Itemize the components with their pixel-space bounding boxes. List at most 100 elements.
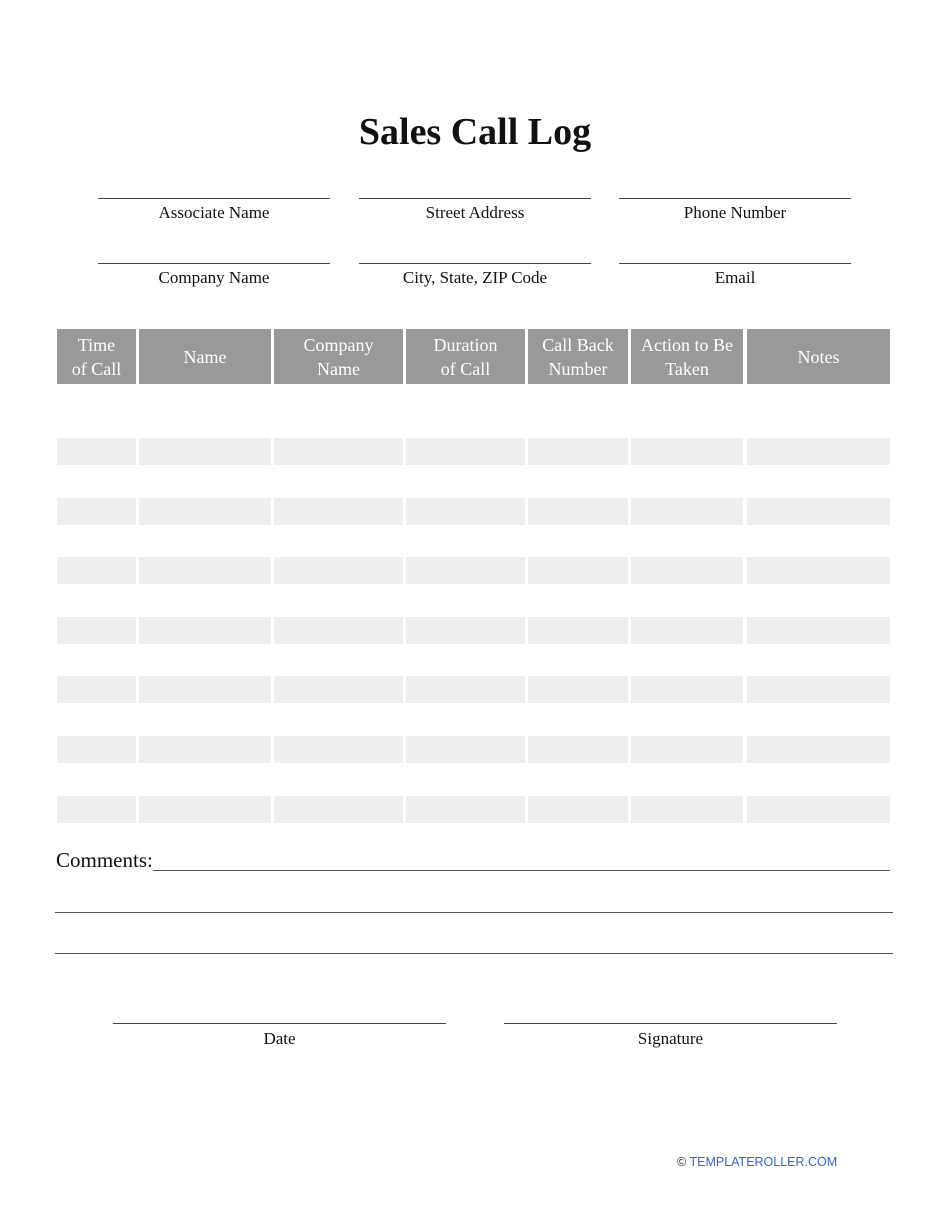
- table-cell[interactable]: [631, 438, 743, 465]
- street-address-field[interactable]: Street Address: [359, 198, 591, 223]
- table-cell[interactable]: [139, 763, 271, 796]
- associate-name-line[interactable]: [98, 198, 330, 199]
- table-cell[interactable]: [528, 524, 628, 558]
- table-cell[interactable]: [139, 795, 271, 823]
- phone-number-line[interactable]: [619, 198, 851, 199]
- table-cell[interactable]: [631, 763, 743, 796]
- table-cell[interactable]: [747, 616, 890, 644]
- table-cell[interactable]: [139, 703, 271, 736]
- comments-line-1[interactable]: [153, 870, 890, 871]
- table-cell[interactable]: [747, 524, 890, 558]
- table-cell[interactable]: [57, 584, 136, 617]
- table-cell[interactable]: [631, 616, 743, 644]
- table-cell[interactable]: [57, 643, 136, 677]
- company-name-line[interactable]: [98, 263, 330, 264]
- signature-line[interactable]: [504, 1023, 837, 1024]
- table-cell[interactable]: [57, 465, 136, 498]
- table-cell[interactable]: [747, 736, 890, 763]
- table-cell[interactable]: [406, 557, 525, 585]
- table-cell[interactable]: [274, 557, 403, 585]
- table-cell[interactable]: [139, 497, 271, 525]
- table-cell[interactable]: [274, 386, 403, 438]
- table-cell[interactable]: [406, 438, 525, 465]
- table-cell[interactable]: [57, 557, 136, 585]
- signature-field[interactable]: Signature: [504, 1023, 837, 1049]
- table-cell[interactable]: [528, 736, 628, 763]
- table-cell[interactable]: [406, 676, 525, 704]
- table-cell[interactable]: [57, 497, 136, 525]
- table-cell[interactable]: [274, 584, 403, 617]
- table-cell[interactable]: [57, 616, 136, 644]
- table-cell[interactable]: [57, 676, 136, 704]
- table-cell[interactable]: [631, 703, 743, 736]
- table-cell[interactable]: [631, 557, 743, 585]
- table-cell[interactable]: [57, 763, 136, 796]
- table-cell[interactable]: [406, 616, 525, 644]
- table-cell[interactable]: [274, 465, 403, 498]
- table-cell[interactable]: [406, 763, 525, 796]
- table-cell[interactable]: [747, 703, 890, 736]
- table-cell[interactable]: [631, 676, 743, 704]
- email-field[interactable]: Email: [619, 263, 851, 288]
- table-cell[interactable]: [274, 497, 403, 525]
- table-cell[interactable]: [528, 763, 628, 796]
- table-cell[interactable]: [274, 616, 403, 644]
- table-cell[interactable]: [528, 465, 628, 498]
- table-cell[interactable]: [139, 386, 271, 438]
- table-cell[interactable]: [631, 643, 743, 677]
- table-cell[interactable]: [528, 795, 628, 823]
- date-line[interactable]: [113, 1023, 446, 1024]
- date-field[interactable]: Date: [113, 1023, 446, 1049]
- table-cell[interactable]: [274, 524, 403, 558]
- comments-line-3[interactable]: [55, 953, 893, 954]
- table-cell[interactable]: [274, 643, 403, 677]
- table-cell[interactable]: [747, 497, 890, 525]
- table-cell[interactable]: [57, 386, 136, 438]
- table-cell[interactable]: [631, 795, 743, 823]
- phone-number-field[interactable]: Phone Number: [619, 198, 851, 223]
- table-cell[interactable]: [528, 676, 628, 704]
- table-cell[interactable]: [631, 524, 743, 558]
- table-cell[interactable]: [406, 497, 525, 525]
- table-cell[interactable]: [528, 438, 628, 465]
- table-cell[interactable]: [528, 497, 628, 525]
- table-cell[interactable]: [747, 795, 890, 823]
- table-cell[interactable]: [57, 524, 136, 558]
- table-cell[interactable]: [528, 703, 628, 736]
- table-cell[interactable]: [406, 524, 525, 558]
- city-state-zip-line[interactable]: [359, 263, 591, 264]
- templateroller-link[interactable]: TEMPLATEROLLER.COM: [689, 1155, 837, 1169]
- table-cell[interactable]: [57, 703, 136, 736]
- table-cell[interactable]: [406, 584, 525, 617]
- table-cell[interactable]: [274, 676, 403, 704]
- table-cell[interactable]: [139, 736, 271, 763]
- table-cell[interactable]: [406, 465, 525, 498]
- table-cell[interactable]: [747, 557, 890, 585]
- table-cell[interactable]: [406, 795, 525, 823]
- table-cell[interactable]: [139, 557, 271, 585]
- table-cell[interactable]: [274, 763, 403, 796]
- table-cell[interactable]: [274, 438, 403, 465]
- table-cell[interactable]: [57, 795, 136, 823]
- table-cell[interactable]: [139, 524, 271, 558]
- table-cell[interactable]: [139, 676, 271, 704]
- table-cell[interactable]: [747, 676, 890, 704]
- table-cell[interactable]: [528, 386, 628, 438]
- table-cell[interactable]: [57, 438, 136, 465]
- email-line[interactable]: [619, 263, 851, 264]
- table-cell[interactable]: [631, 386, 743, 438]
- table-cell[interactable]: [747, 386, 890, 438]
- associate-name-field[interactable]: Associate Name: [98, 198, 330, 223]
- table-cell[interactable]: [139, 438, 271, 465]
- table-cell[interactable]: [139, 584, 271, 617]
- table-cell[interactable]: [406, 643, 525, 677]
- table-cell[interactable]: [274, 736, 403, 763]
- comments-line-2[interactable]: [55, 912, 893, 913]
- table-cell[interactable]: [406, 386, 525, 438]
- table-cell[interactable]: [747, 438, 890, 465]
- company-name-field[interactable]: Company Name: [98, 263, 330, 288]
- table-cell[interactable]: [57, 736, 136, 763]
- city-state-zip-field[interactable]: City, State, ZIP Code: [359, 263, 591, 288]
- table-cell[interactable]: [139, 465, 271, 498]
- table-cell[interactable]: [528, 643, 628, 677]
